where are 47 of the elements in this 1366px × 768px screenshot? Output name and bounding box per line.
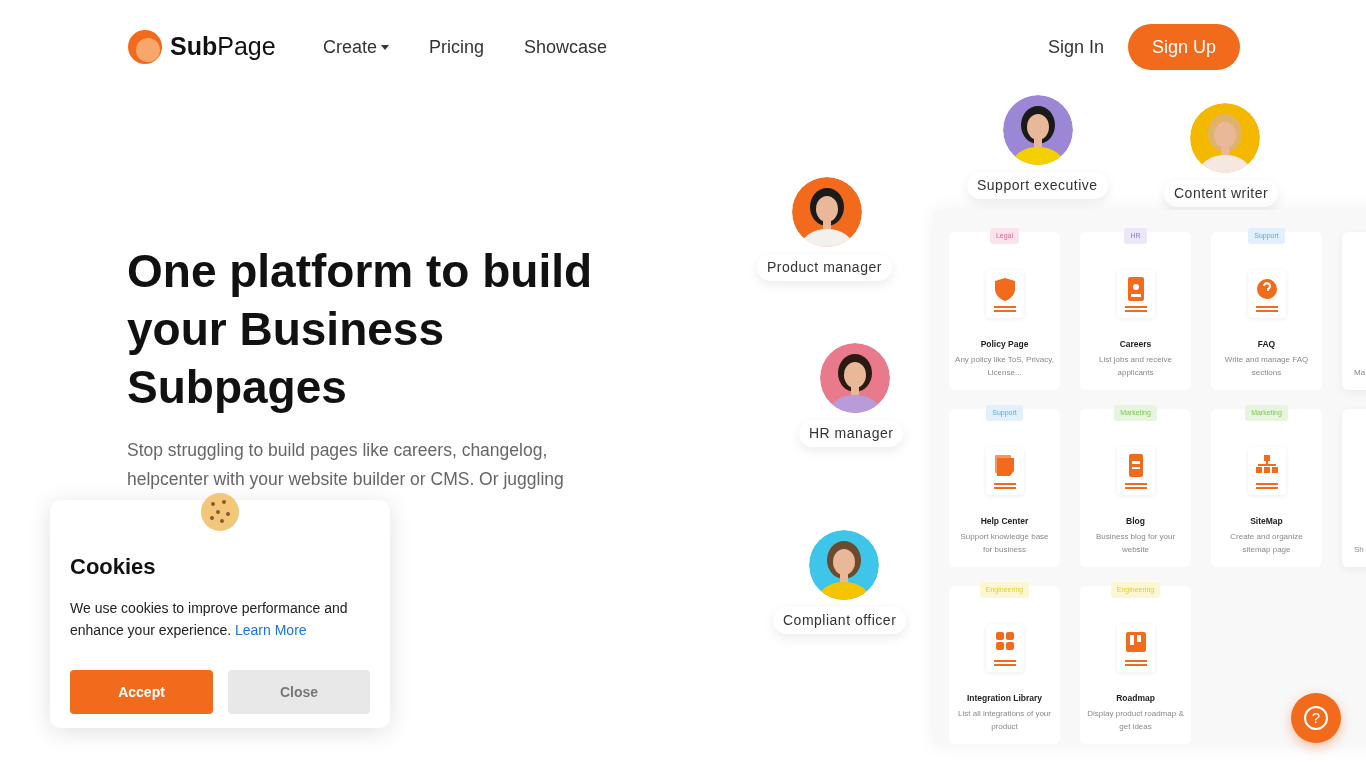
nav-link[interactable]: Showcase [524,33,608,61]
card-title: FAQ [1257,338,1276,351]
template-card[interactable]: Ma [1342,232,1366,390]
card-title: Blog [1126,515,1145,528]
role-label: HR manager [799,420,904,447]
page-icon [1247,270,1286,318]
cookie-title: Cookies [70,553,157,581]
page-icon [1247,447,1286,495]
learn-more-link[interactable]: Learn More [235,622,307,638]
card-title: Policy Page [980,338,1029,351]
page-icon [985,624,1024,672]
logo-text[interactable]: SubPage [170,28,276,66]
card-title: Roadmap [1116,692,1155,705]
card-title: Help Center [980,515,1029,528]
role-label: Product manager [757,254,892,281]
card-description: Ma [1354,368,1366,377]
card-title: Careers [1119,338,1152,351]
card-description: Any policy like ToS, Privacy, License... [954,353,1055,379]
card-description: Support knowledge base for business [959,530,1050,556]
close-button[interactable]: Close [228,670,370,714]
card-description: Business blog for your website [1094,530,1177,556]
card-description: Write and manage FAQ sections [1223,353,1310,379]
nav-link[interactable]: Pricing [429,33,485,61]
nav-link[interactable]: Create [323,33,378,61]
caret-icon[interactable] [381,44,390,50]
cookie-text: We use cookies to improve performance and enhance your experience. Learn More [70,599,349,640]
sign-in-link[interactable]: Sign In [1047,33,1104,61]
card-title: Integration Library [966,692,1043,705]
card-description: Display product roadmap & get ideas [1086,707,1185,733]
cookie-icon [200,492,240,532]
card-description: Create and organize sitemap page [1229,530,1304,556]
page-icon [1116,270,1155,318]
page-icon [1116,624,1155,672]
card-description: List all integrations of your product [957,707,1052,733]
page-icon [985,447,1024,495]
page-icon [1116,447,1155,495]
template-card[interactable]: Sh [1342,409,1366,567]
card-description: Sh [1354,545,1364,554]
role-label: Content writer [1164,180,1279,207]
page-icon [985,270,1024,318]
logo-icon [128,30,162,64]
hero-title: One platform to build your Business Subpages [127,244,594,415]
card-description: List jobs and receive applicants [1098,353,1173,379]
role-label: Compliant officer [773,607,907,634]
role-label: Support executive [967,172,1108,199]
card-title: SiteMap [1250,515,1283,528]
hero-subtitle: Stop struggling to build pages like careers, changelog, helpcenter with your website builder or CMS. Or juggling [127,439,565,491]
